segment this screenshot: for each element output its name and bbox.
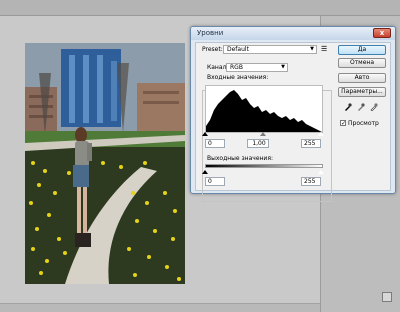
photo-image xyxy=(25,43,185,284)
input-gamma-field[interactable]: 1,00 xyxy=(247,139,269,148)
output-levels-label: Выходные значения: xyxy=(207,155,273,162)
status-bar xyxy=(0,303,320,312)
preview-checkbox[interactable]: ✓ xyxy=(340,120,346,127)
output-white-slider[interactable] xyxy=(318,170,324,174)
preset-value: Default xyxy=(227,46,249,53)
chevron-down-icon: ▼ xyxy=(310,46,314,52)
black-point-slider[interactable] xyxy=(202,132,208,136)
gray-eyedropper-icon[interactable] xyxy=(357,103,365,111)
gamma-slider[interactable] xyxy=(260,132,266,136)
histogram xyxy=(205,85,323,133)
output-gradient xyxy=(205,164,323,168)
cancel-button[interactable]: Отмена xyxy=(338,58,386,68)
white-point-slider[interactable] xyxy=(318,132,324,136)
preview-label: Просмотр xyxy=(348,120,379,127)
channel-value: RGB xyxy=(230,64,243,71)
panel-scroll-button[interactable] xyxy=(382,292,392,302)
preset-dropdown[interactable]: Default ▼ xyxy=(223,45,317,54)
ok-button[interactable]: Да xyxy=(338,45,386,55)
channel-dropdown[interactable]: RGB ▼ xyxy=(226,63,288,72)
close-button[interactable]: x xyxy=(373,28,391,38)
options-button[interactable]: Параметры... xyxy=(338,87,386,97)
input-black-field[interactable]: 0 xyxy=(205,139,225,148)
black-eyedropper-icon[interactable] xyxy=(344,103,352,111)
histogram-graph xyxy=(206,90,322,132)
preset-menu-icon[interactable]: ☰ xyxy=(321,45,327,53)
input-white-field[interactable]: 255 xyxy=(301,139,321,148)
auto-button[interactable]: Авто xyxy=(338,73,386,83)
title-bar[interactable]: Уровни x xyxy=(191,27,395,40)
levels-dialog: Уровни x Preset: Default ▼ ☰ Канал: RGB … xyxy=(190,26,396,202)
document-photo xyxy=(25,43,185,284)
output-white-field[interactable]: 255 xyxy=(301,177,321,186)
dialog-body: Preset: Default ▼ ☰ Канал: RGB ▼ Входные… xyxy=(195,42,391,202)
preset-label: Preset: xyxy=(202,46,223,53)
input-slider xyxy=(202,132,324,136)
output-black-slider[interactable] xyxy=(202,170,208,174)
window-title: Уровни xyxy=(197,29,224,37)
input-levels-label: Входные значения: xyxy=(207,74,269,81)
white-eyedropper-icon[interactable] xyxy=(370,103,378,111)
menu-bar xyxy=(0,0,400,16)
chevron-down-icon: ▼ xyxy=(281,64,285,70)
output-black-field[interactable]: 0 xyxy=(205,177,225,186)
